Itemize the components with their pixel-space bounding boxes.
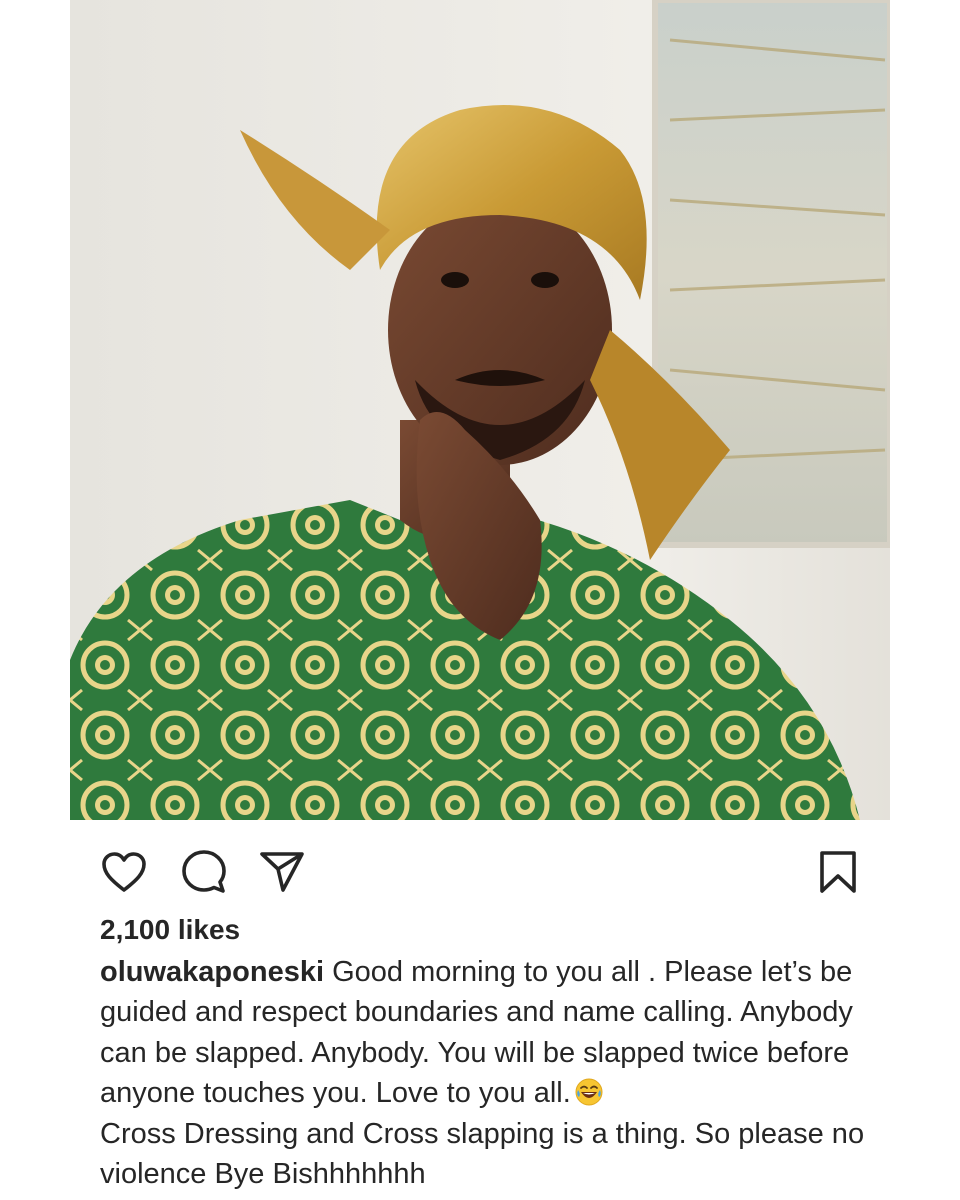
like-button[interactable] bbox=[98, 846, 150, 898]
post-actions-bar bbox=[0, 820, 960, 910]
paper-plane-icon bbox=[259, 850, 305, 894]
face-with-tears-of-joy-icon bbox=[575, 1077, 603, 1106]
caption-text-part2: Cross Dressing and Cross slapping is a t… bbox=[100, 1117, 865, 1191]
instagram-post: 2,100 likes oluwakaponeski Good morning … bbox=[0, 0, 960, 1200]
heart-icon bbox=[101, 851, 147, 893]
share-button[interactable] bbox=[256, 846, 308, 898]
caption-username[interactable]: oluwakaponeski bbox=[100, 956, 324, 988]
comment-bubble-icon bbox=[181, 849, 227, 895]
post-caption: oluwakaponeski Good morning to you all .… bbox=[100, 952, 900, 1194]
post-image[interactable] bbox=[70, 0, 890, 820]
comment-button[interactable] bbox=[178, 846, 230, 898]
post-photo-illustration bbox=[70, 0, 890, 820]
bookmark-icon bbox=[818, 850, 858, 894]
likes-count[interactable]: 2,100 likes bbox=[100, 910, 240, 950]
save-button[interactable] bbox=[812, 846, 864, 898]
